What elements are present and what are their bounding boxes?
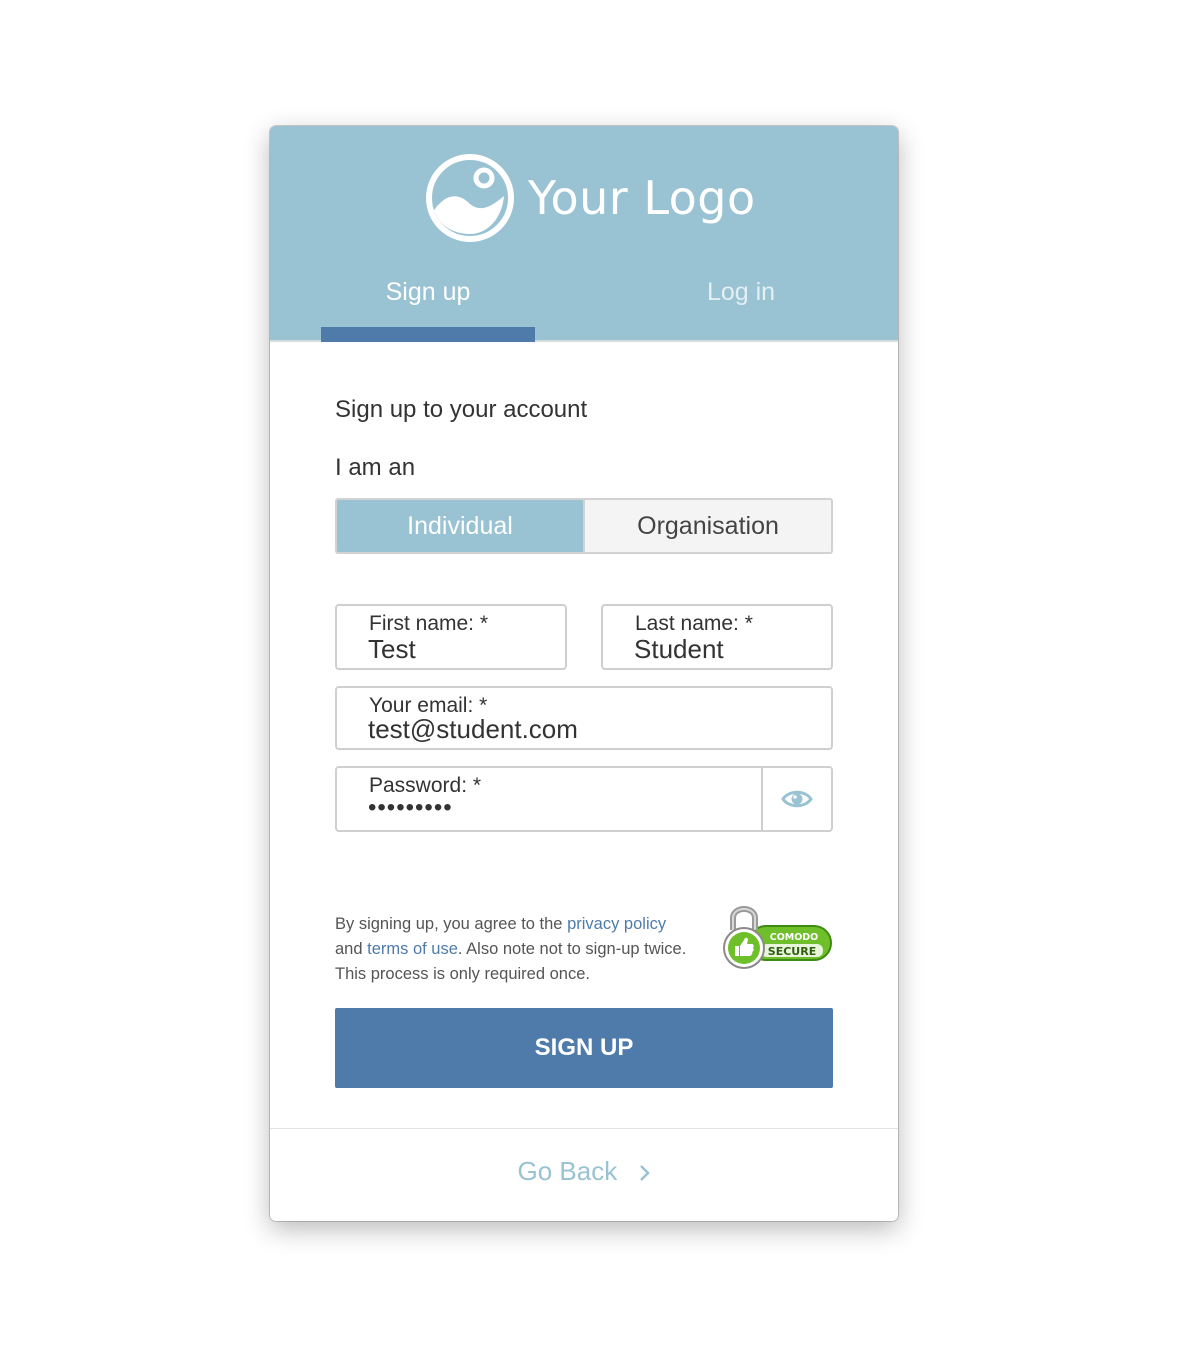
image-icon xyxy=(426,154,514,242)
last-name-field[interactable]: Last name: * Student xyxy=(601,604,833,670)
account-type-toggle: Individual Organisation xyxy=(335,498,833,554)
privacy-policy-link[interactable]: privacy policy xyxy=(567,915,666,933)
terms-prefix: By signing up, you agree to the xyxy=(335,915,568,933)
account-type-label: I am an xyxy=(335,454,416,481)
show-password-button[interactable] xyxy=(761,768,831,830)
signup-card: Your Logo Sign up Log in Sign up to your… xyxy=(270,126,898,1221)
individual-option[interactable]: Individual xyxy=(337,500,583,552)
active-tab-indicator xyxy=(321,327,535,342)
terms-middle: and xyxy=(335,940,368,958)
first-name-value[interactable]: Test xyxy=(368,634,416,665)
go-back-link[interactable]: Go Back xyxy=(270,1156,898,1187)
email-field[interactable]: Your email: * test@student.com xyxy=(335,686,833,750)
password-value[interactable]: ••••••••• xyxy=(368,794,453,822)
form-heading: Sign up to your account xyxy=(335,396,588,423)
go-back-label: Go Back xyxy=(517,1156,618,1186)
terms-text: By signing up, you agree to the privacy … xyxy=(335,912,707,987)
badge-line-2: SECURE xyxy=(768,945,816,958)
password-field[interactable]: Password: * ••••••••• xyxy=(335,766,833,832)
last-name-label: Last name: * xyxy=(635,612,753,635)
card-header: Your Logo Sign up Log in xyxy=(270,126,898,342)
terms-of-use-link[interactable]: terms of use xyxy=(367,940,458,958)
footer-divider xyxy=(270,1128,898,1129)
tab-log-in[interactable]: Log in xyxy=(634,278,848,342)
first-name-field[interactable]: First name: * Test xyxy=(335,604,567,670)
first-name-label: First name: * xyxy=(369,612,489,635)
eye-icon xyxy=(781,790,813,808)
last-name-value[interactable]: Student xyxy=(634,634,724,665)
sign-up-button[interactable]: SIGN UP xyxy=(335,1008,833,1088)
logo-text: Your Logo xyxy=(528,171,756,225)
chevron-right-icon xyxy=(640,1165,651,1182)
logo: Your Logo xyxy=(424,152,756,244)
badge-line-1: COMODO xyxy=(770,932,819,943)
email-value[interactable]: test@student.com xyxy=(368,714,578,745)
organisation-option[interactable]: Organisation xyxy=(583,500,831,552)
comodo-secure-badge: COMODO SECURE xyxy=(723,906,832,969)
